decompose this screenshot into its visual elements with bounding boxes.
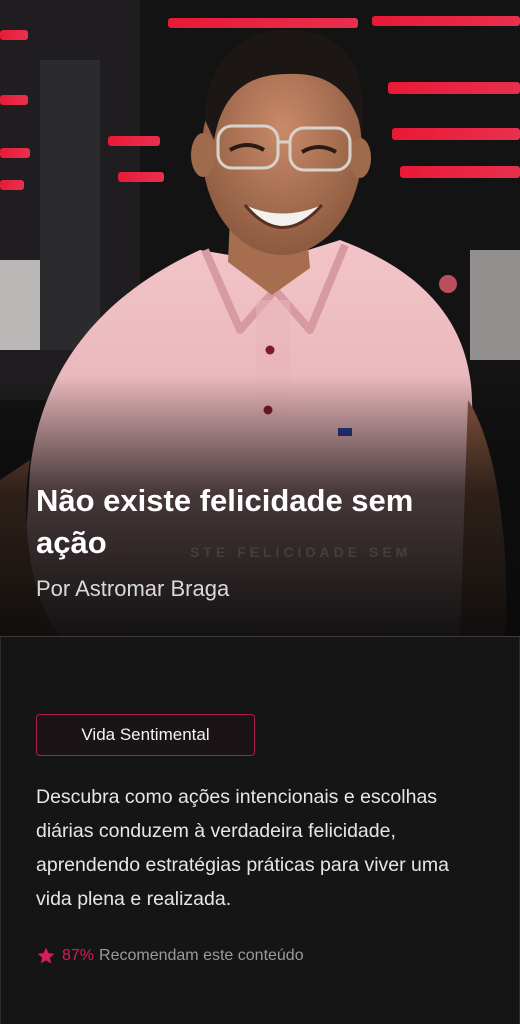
recommendation-percent: 87%	[62, 947, 95, 964]
recommendation-label: Recomendam este conteúdo	[99, 947, 304, 964]
category-tag[interactable]: Vida Sentimental	[36, 714, 255, 756]
category-tag-label: Vida Sentimental	[81, 725, 210, 744]
star-icon	[37, 947, 55, 964]
recommendation-rating: 87% Recomendam este conteúdo	[36, 946, 304, 966]
content-title: Não existe felicidade sem ação	[36, 483, 414, 560]
content-author: Por Astromar Braga	[36, 576, 230, 601]
content-description: Descubra como ações intencionais e escol…	[36, 786, 449, 910]
